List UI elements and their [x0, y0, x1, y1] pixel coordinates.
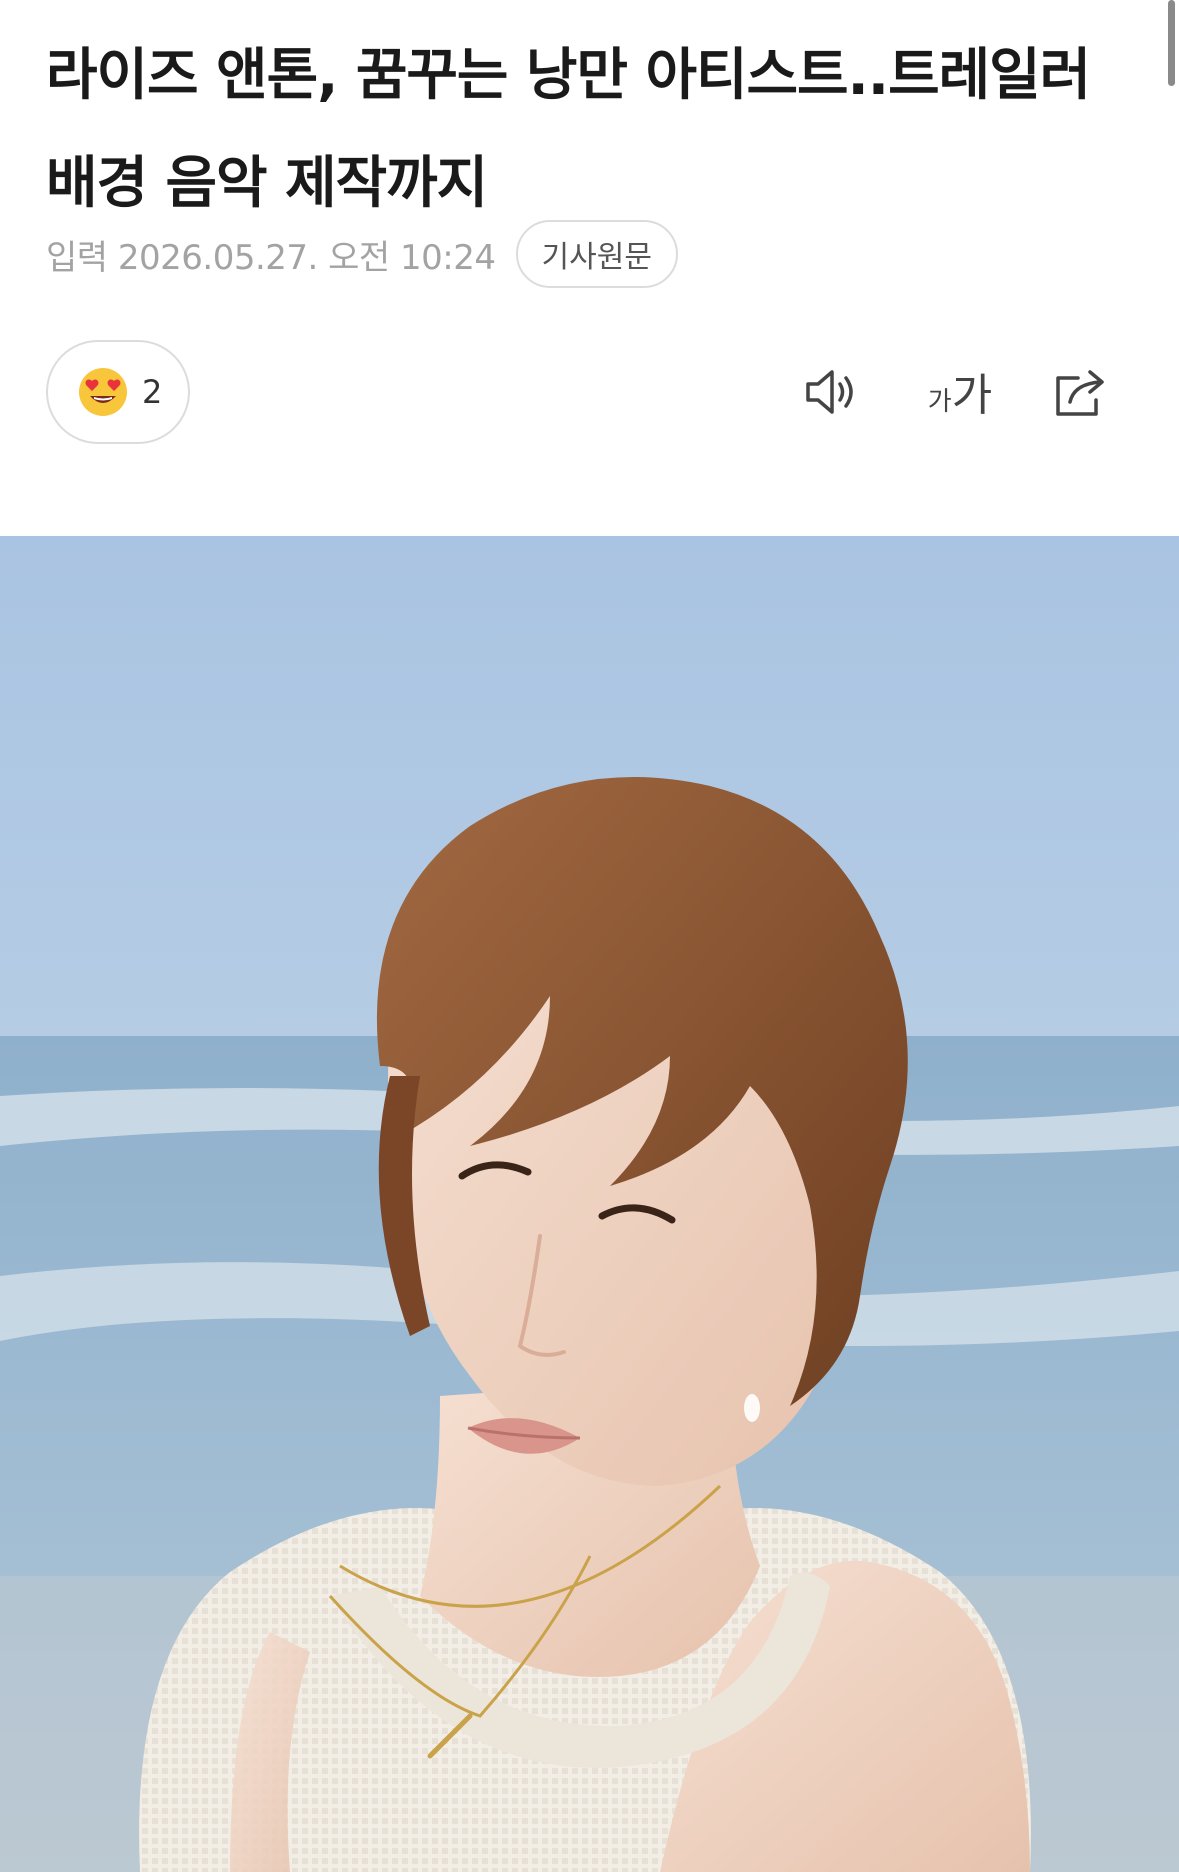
font-size-icon[interactable]: 가 가 — [920, 360, 1000, 424]
speaker-icon[interactable] — [800, 362, 864, 422]
portrait-photo — [0, 536, 1179, 1872]
original-article-button[interactable]: 기사원문 — [515, 220, 678, 288]
heart-eyes-emoji-icon — [79, 368, 127, 416]
published-date: 입력 2026.05.27. 오전 10:24 — [46, 237, 496, 278]
article-headline: 라이즈 앤톤, 꿈꾸는 낭만 아티스트..트레일러 배경 음악 제작까지 — [46, 43, 1091, 216]
font-size-small-label: 가 — [927, 387, 952, 417]
reaction-count: 2 — [142, 373, 163, 411]
article-page: 라이즈 앤톤, 꿈꾸는 낭만 아티스트..트레일러 배경 음악 제작까지 입력 … — [0, 0, 1179, 1872]
font-size-large-label: 가 — [951, 370, 993, 421]
article-meta: 입력 2026.05.27. 오전 10:24 기사원문 — [46, 218, 678, 290]
share-icon[interactable] — [1048, 362, 1112, 422]
portrait-image — [0, 536, 1179, 1872]
scrollbar[interactable] — [1168, 0, 1175, 86]
reaction-button[interactable]: 2 — [46, 340, 190, 444]
